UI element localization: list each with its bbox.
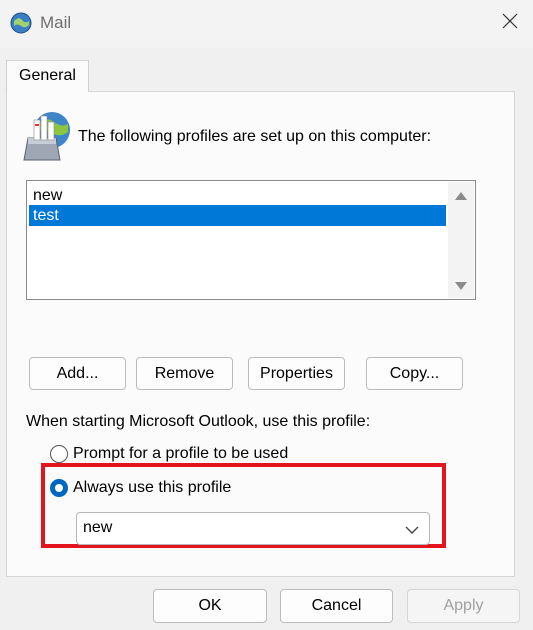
copy-button[interactable]: Copy... bbox=[366, 357, 463, 390]
scroll-down-arrow-icon[interactable] bbox=[448, 276, 474, 296]
close-icon bbox=[502, 13, 518, 34]
always-use-profile-option[interactable]: Always use this profile bbox=[50, 479, 231, 497]
cancel-button[interactable]: Cancel bbox=[280, 589, 393, 623]
add-button[interactable]: Add... bbox=[29, 357, 126, 390]
close-button[interactable] bbox=[486, 0, 533, 46]
window-title: Mail bbox=[40, 13, 72, 32]
chevron-down-icon bbox=[405, 522, 419, 540]
list-item[interactable]: new bbox=[29, 185, 446, 206]
always-use-profile-label: Always use this profile bbox=[73, 479, 232, 496]
ok-button[interactable]: OK bbox=[153, 589, 267, 623]
profiles-heading: The following profiles are set up on thi… bbox=[78, 128, 432, 145]
prompt-profile-label: Prompt for a profile to be used bbox=[73, 445, 289, 462]
listbox-scrollbar[interactable] bbox=[448, 182, 474, 298]
startup-profile-label: When starting Microsoft Outlook, use thi… bbox=[26, 413, 371, 430]
list-item-selected[interactable]: test bbox=[29, 205, 446, 226]
profiles-server-icon bbox=[22, 108, 72, 164]
tab-general[interactable]: General bbox=[6, 60, 89, 92]
mail-globe-icon bbox=[10, 12, 32, 34]
scroll-up-arrow-icon[interactable] bbox=[448, 186, 474, 206]
properties-button[interactable]: Properties bbox=[248, 357, 345, 390]
profiles-listbox[interactable]: new test bbox=[26, 180, 476, 300]
prompt-profile-option[interactable]: Prompt for a profile to be used bbox=[50, 445, 288, 463]
apply-button[interactable]: Apply bbox=[407, 589, 520, 623]
prompt-profile-radio[interactable] bbox=[50, 445, 68, 463]
title-bar: Mail bbox=[0, 0, 533, 48]
profile-select[interactable]: new bbox=[76, 512, 430, 545]
profile-select-value: new bbox=[83, 519, 113, 536]
always-use-profile-radio[interactable] bbox=[50, 479, 68, 497]
remove-button[interactable]: Remove bbox=[136, 357, 233, 390]
